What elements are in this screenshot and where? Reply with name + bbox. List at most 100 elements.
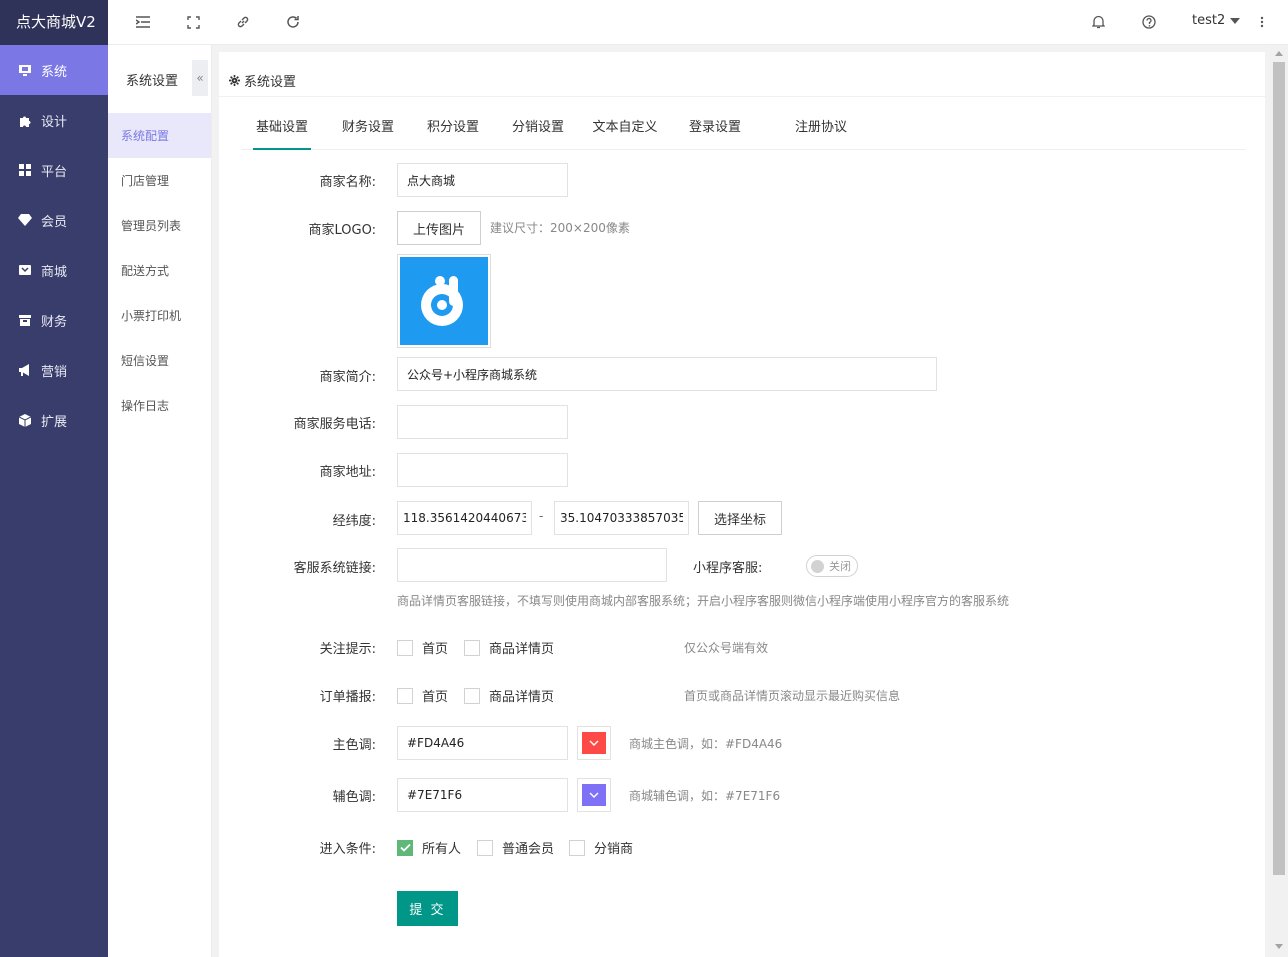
sidebar-item-design[interactable]: 设计 [0,95,108,145]
sidebar-item-finance[interactable]: 财务 [0,295,108,345]
merchant-logo-preview[interactable] [397,254,491,348]
sidebar-item-member[interactable]: 会员 [0,195,108,245]
service-phone-input[interactable] [397,405,568,439]
order-broadcast-label: 订单播报: [319,690,376,705]
gear-icon [229,74,240,86]
top-bar: test2 [108,0,1288,45]
mini-cs-toggle[interactable]: 关闭 [806,555,858,577]
checkbox-label: 所有人 [422,842,462,857]
link-icon[interactable] [234,13,252,31]
submenu-item-delivery[interactable]: 配送方式 [108,248,211,293]
order-detail-checkbox[interactable]: 商品详情页 [464,686,554,705]
main-color-picker[interactable] [577,726,611,760]
bell-icon[interactable] [1089,13,1107,31]
sidebar-item-label: 设计 [41,114,68,130]
collapse-double-left-icon[interactable]: « [192,60,208,96]
sidebar-item-label: 营销 [41,364,68,380]
sidebar-item-extension[interactable]: 扩展 [0,395,108,445]
main-color-hint: 商城主色调，如：#FD4A46 [629,737,783,751]
main-color-input[interactable] [397,726,568,760]
sub-color-input[interactable] [397,778,568,812]
chevron-down-icon [582,732,606,754]
pick-coordinate-button[interactable]: 选择坐标 [698,501,782,535]
longitude-input[interactable] [397,501,532,535]
scroll-up-icon[interactable] [1275,51,1283,56]
username: test2 [1192,13,1226,28]
merchant-address-label: 商家地址: [319,465,376,480]
sidebar-item-label: 平台 [41,164,68,180]
menu-fold-icon[interactable] [134,13,152,31]
sidebar-item-marketing[interactable]: 营销 [0,345,108,395]
merchant-address-input[interactable] [397,453,568,487]
submenu-item-receipt-printer[interactable]: 小票打印机 [108,293,211,338]
merchant-name-label: 商家名称: [319,175,376,190]
sub-color-picker[interactable] [577,778,611,812]
help-icon[interactable] [1140,13,1158,31]
puzzle-icon [18,113,32,127]
checkbox-box-checked [397,839,413,856]
shop-icon [18,263,32,277]
user-menu[interactable]: test2 [1192,13,1241,28]
tab-finance[interactable]: 财务设置 [339,112,397,150]
sidebar-item-label: 系统 [41,64,68,80]
tab-login[interactable]: 登录设置 [686,112,744,150]
latitude-input[interactable] [554,501,689,535]
checkbox-label: 首页 [422,642,449,657]
checkbox-box [397,687,413,704]
submenu-item-sms-settings[interactable]: 短信设置 [108,338,211,383]
enter-everyone-checkbox[interactable]: 所有人 [397,838,461,857]
submit-button[interactable]: 提 交 [397,891,458,926]
cs-link-label: 客服系统链接: [293,561,376,576]
sub-color-hint: 商城辅色调，如：#7E71F6 [629,789,781,803]
scroll-thumb[interactable] [1273,62,1285,875]
card-header: 系统设置 [229,64,296,96]
checkbox-label: 首页 [422,690,449,705]
checkbox-box [477,839,493,856]
merchant-intro-input[interactable] [397,357,937,391]
more-vertical-icon[interactable] [1253,13,1271,31]
order-home-checkbox[interactable]: 首页 [397,686,448,705]
wallet-icon [18,313,32,327]
tab-basic[interactable]: 基础设置 [253,112,311,150]
tab-points[interactable]: 积分设置 [424,112,482,150]
submenu-item-system-config[interactable]: 系统配置 [108,113,211,158]
enter-condition-label: 进入条件: [319,842,376,857]
follow-home-checkbox[interactable]: 首页 [397,638,448,657]
mini-cs-label: 小程序客服: [693,561,763,576]
submenu-item-admin-list[interactable]: 管理员列表 [108,203,211,248]
checkbox-label: 分销商 [594,842,634,857]
follow-hint: 仅公众号端有效 [684,641,769,655]
order-hint: 首页或商品详情页滚动显示最近购买信息 [684,689,901,703]
follow-tip-label: 关注提示: [319,642,376,657]
tab-agreement[interactable]: 注册协议 [792,112,850,150]
toggle-text: 关闭 [829,560,851,573]
tab-distribution[interactable]: 分销设置 [509,112,567,150]
chevron-down-icon [582,784,606,806]
sidebar-item-system[interactable]: 系统 [0,45,108,95]
cs-hint: 商品详情页客服链接，不填写则使用商城内部客服系统；开启小程序客服则微信小程序端使… [397,594,1010,608]
refresh-icon[interactable] [284,13,302,31]
enter-distributor-checkbox[interactable]: 分销商 [569,838,633,857]
merchant-name-input[interactable] [397,163,568,197]
sidebar-item-platform[interactable]: 平台 [0,145,108,195]
scroll-down-icon[interactable] [1275,944,1283,949]
enter-member-checkbox[interactable]: 普通会员 [477,838,554,857]
main-color-label: 主色调: [332,738,376,753]
checkbox-label: 商品详情页 [489,642,555,657]
checkbox-box [464,639,480,656]
sidebar-item-label: 会员 [41,214,68,230]
divider [219,96,1265,97]
cs-link-input[interactable] [397,548,667,582]
submenu-item-store-management[interactable]: 门店管理 [108,158,211,203]
upload-image-button[interactable]: 上传图片 [397,211,481,245]
sidebar-item-shop[interactable]: 商城 [0,245,108,295]
submenu-item-operation-log[interactable]: 操作日志 [108,383,211,428]
diamond-icon [18,213,32,227]
coordinate-separator: - [539,509,544,523]
merchant-intro-label: 商家简介: [319,370,376,385]
page-scrollbar[interactable] [1270,45,1288,957]
tab-text-custom[interactable]: 文本自定义 [591,112,659,150]
fullscreen-icon[interactable] [184,13,202,31]
follow-detail-checkbox[interactable]: 商品详情页 [464,638,554,657]
grid-icon [18,163,32,177]
